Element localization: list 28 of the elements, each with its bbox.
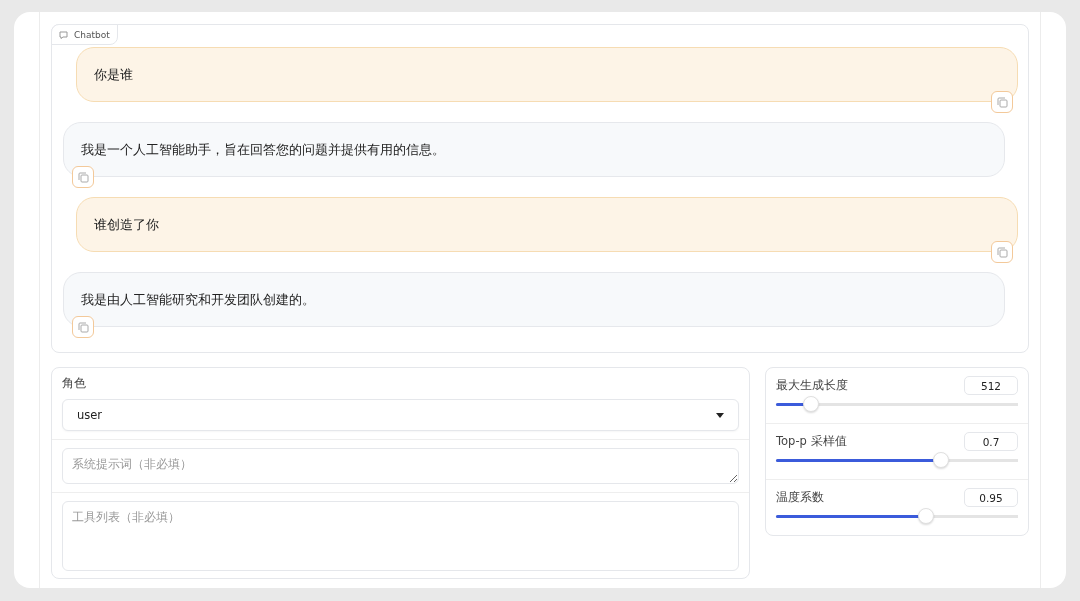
number-field[interactable]: 0.7 — [964, 432, 1018, 451]
slider-thumb[interactable] — [932, 452, 949, 468]
copy-button[interactable] — [72, 316, 94, 338]
copy-icon — [77, 171, 89, 183]
number-field[interactable]: 0.95 — [964, 488, 1018, 507]
copy-button[interactable] — [72, 166, 94, 188]
slider-thumb[interactable] — [918, 508, 935, 524]
tools-field[interactable]: 工具列表（非必填） — [62, 501, 739, 571]
system-prompt-field[interactable]: 系统提示词（非必填） — [62, 448, 739, 484]
message-text: 你是谁 — [94, 65, 133, 84]
chatbot-label-text: Chatbot — [74, 29, 110, 40]
slider-thumb[interactable] — [803, 396, 820, 412]
copy-button[interactable] — [991, 241, 1013, 263]
slider-label: 温度系数 — [776, 490, 824, 505]
number-field[interactable]: 512 — [964, 376, 1018, 395]
copy-icon — [996, 246, 1008, 258]
role-dropdown[interactable]: user — [62, 399, 739, 431]
slider-label: Top-p 采样值 — [776, 434, 847, 449]
copy-icon — [996, 96, 1008, 108]
copy-icon — [77, 321, 89, 333]
role-label: 角色 — [62, 376, 87, 391]
slider-label: 最大生成长度 — [776, 378, 848, 393]
message-text: 我是一个人工智能助手，旨在回答您的问题并提供有用的信息。 — [81, 140, 445, 159]
chat-icon — [59, 30, 68, 39]
message-text: 我是由人工智能研究和开发团队创建的。 — [81, 290, 315, 309]
message-text: 谁创造了你 — [94, 215, 159, 234]
copy-button[interactable] — [991, 91, 1013, 113]
caret-icon — [716, 412, 724, 418]
